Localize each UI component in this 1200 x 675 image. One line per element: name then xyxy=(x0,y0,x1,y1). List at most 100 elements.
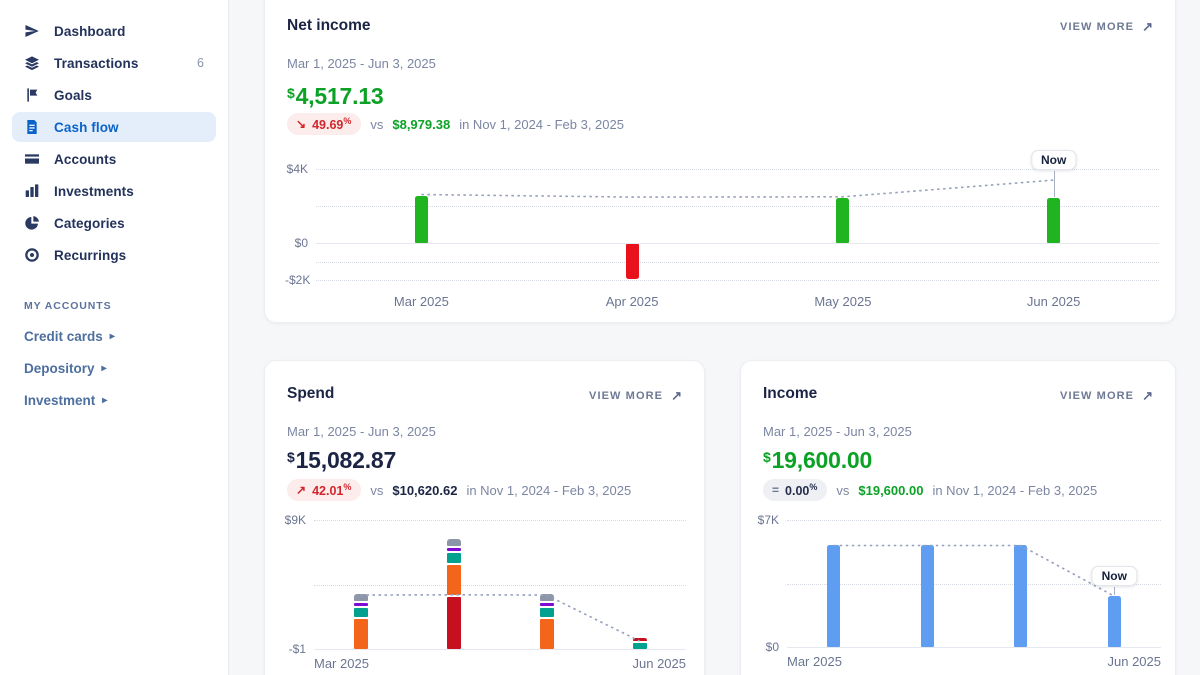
bar-segment-Jun 2025[interactable] xyxy=(633,643,647,649)
vs-period: in Nov 1, 2024 - Feb 3, 2025 xyxy=(466,483,631,498)
bar-Jun 2025[interactable] xyxy=(1047,198,1060,243)
bar-segment-Mar 2025[interactable] xyxy=(354,603,368,606)
view-more-label: VIEW MORE xyxy=(1060,390,1134,402)
y-axis-label: -$1 xyxy=(281,641,306,657)
view-more-label: VIEW MORE xyxy=(1060,21,1134,33)
bar-Mar 2025[interactable] xyxy=(415,196,428,243)
app-root: Dashboard Transactions 6 Goals Cash flo xyxy=(0,0,1200,675)
sidebar-item-label: Dashboard xyxy=(54,24,125,39)
bar-segment-Apr 2025[interactable] xyxy=(447,548,461,551)
x-axis-label: May 2025 xyxy=(798,294,888,309)
account-group-label: Depository xyxy=(24,361,95,376)
bar-segment-Apr 2025[interactable] xyxy=(447,539,461,546)
now-tooltip: Now xyxy=(1092,566,1137,586)
transactions-count-badge: 6 xyxy=(197,56,204,70)
bar-segment-May 2025[interactable] xyxy=(540,608,554,617)
bar-segment-May 2025[interactable] xyxy=(540,594,554,601)
previous-period-dashed-line xyxy=(316,159,1159,288)
sidebar: Dashboard Transactions 6 Goals Cash flo xyxy=(0,0,229,675)
y-axis-label: $0 xyxy=(285,235,308,251)
x-axis-label: Mar 2025 xyxy=(787,654,842,669)
sidebar-item-accounts[interactable]: Accounts xyxy=(12,144,216,174)
account-group-depository[interactable]: Depository ▸ xyxy=(24,358,204,378)
currency-symbol: $ xyxy=(287,85,295,101)
bar-segment-May 2025[interactable] xyxy=(540,619,554,649)
now-tooltip: Now xyxy=(1031,150,1076,170)
gridline-0 xyxy=(314,649,686,650)
change-badge: ↘ 49.69% xyxy=(287,113,361,135)
bar-May 2025[interactable] xyxy=(1014,545,1027,647)
change-badge: = 0.00% xyxy=(763,479,827,501)
bar-Apr 2025[interactable] xyxy=(626,244,639,279)
bar-Mar 2025[interactable] xyxy=(827,545,840,647)
sidebar-item-investments[interactable]: Investments xyxy=(12,176,216,206)
sidebar-item-dashboard[interactable]: Dashboard xyxy=(12,16,216,46)
y-axis-label: $7K xyxy=(757,512,779,528)
gridline-4000 xyxy=(316,169,1159,170)
bar-segment-Jun 2025[interactable] xyxy=(633,638,647,641)
view-more-link[interactable]: VIEW MORE ↗ xyxy=(1060,19,1153,35)
sidebar-item-transactions[interactable]: Transactions 6 xyxy=(12,48,216,78)
view-more-link[interactable]: VIEW MORE ↗ xyxy=(589,388,682,404)
spend-card: Spend VIEW MORE ↗ Mar 1, 2025 - Jun 3, 2… xyxy=(264,360,705,675)
vs-value: $10,620.62 xyxy=(392,483,457,498)
sidebar-item-cash-flow[interactable]: Cash flow xyxy=(12,112,216,142)
account-group-investment[interactable]: Investment ▸ xyxy=(24,390,204,410)
sidebar-item-label: Recurrings xyxy=(54,248,126,263)
vs-label: vs xyxy=(836,483,849,498)
currency-symbol: $ xyxy=(763,449,771,465)
income-value: $19,600.00 xyxy=(763,447,872,474)
sidebar-item-label: Transactions xyxy=(54,56,138,71)
sidebar-nav: Dashboard Transactions 6 Goals Cash flo xyxy=(0,0,228,270)
sidebar-item-categories[interactable]: Categories xyxy=(12,208,216,238)
arrow-up-right-icon: ↗ xyxy=(296,483,306,497)
change-row: ↘ 49.69% vs $8,979.38 in Nov 1, 2024 - F… xyxy=(287,113,624,135)
bar-Apr 2025[interactable] xyxy=(921,545,934,647)
bar-Jun 2025[interactable] xyxy=(1108,596,1121,647)
sidebar-item-label: Categories xyxy=(54,216,125,231)
sidebar-item-recurrings[interactable]: Recurrings xyxy=(12,240,216,270)
gridline--1000 xyxy=(316,262,1159,263)
change-row: ↗ 42.01% vs $10,620.62 in Nov 1, 2024 - … xyxy=(287,479,631,501)
date-range: Mar 1, 2025 - Jun 3, 2025 xyxy=(287,56,436,71)
credit-card-icon xyxy=(24,151,40,167)
card-title: Net income xyxy=(287,17,371,35)
gridline-0 xyxy=(787,647,1161,648)
bar-segment-Apr 2025[interactable] xyxy=(447,597,461,649)
sidebar-item-label: Accounts xyxy=(54,152,116,167)
chevron-right-icon: ▸ xyxy=(102,394,107,406)
gridline-7000 xyxy=(787,520,1161,521)
bar-segment-Apr 2025[interactable] xyxy=(447,553,461,562)
view-more-label: VIEW MORE xyxy=(589,390,663,402)
external-arrow-icon: ↗ xyxy=(1142,388,1153,404)
external-arrow-icon: ↗ xyxy=(1142,19,1153,35)
gridline--2000 xyxy=(316,280,1159,281)
bar-segment-May 2025[interactable] xyxy=(540,603,554,606)
equals-icon: = xyxy=(772,483,779,497)
gridline-4500 xyxy=(314,585,686,586)
income-chart: $7K$0NowMar 2025Jun 2025 xyxy=(757,513,1161,673)
change-row: = 0.00% vs $19,600.00 in Nov 1, 2024 - F… xyxy=(763,479,1097,501)
view-more-link[interactable]: VIEW MORE ↗ xyxy=(1060,388,1153,404)
bar-May 2025[interactable] xyxy=(836,198,849,243)
x-axis-label: Mar 2025 xyxy=(314,656,369,671)
my-accounts-section: MY ACCOUNTS Credit cards ▸ Depository ▸ … xyxy=(0,272,228,410)
now-marker-line xyxy=(1114,587,1115,595)
sidebar-item-goals[interactable]: Goals xyxy=(12,80,216,110)
y-axis-label: $4K xyxy=(285,161,308,177)
date-range: Mar 1, 2025 - Jun 3, 2025 xyxy=(763,424,912,439)
y-axis-label: $9K xyxy=(281,512,306,528)
net-income-chart: $4K$0-$2KNowMar 2025Apr 2025May 2025Jun … xyxy=(285,159,1159,309)
account-group-credit-cards[interactable]: Credit cards ▸ xyxy=(24,326,204,346)
flag-icon xyxy=(24,87,40,103)
bar-segment-Mar 2025[interactable] xyxy=(354,619,368,649)
x-axis-label: Mar 2025 xyxy=(376,294,466,309)
x-axis-label: Jun 2025 xyxy=(1009,294,1099,309)
bar-segment-Apr 2025[interactable] xyxy=(447,565,461,595)
y-axis-label: $0 xyxy=(757,639,779,655)
net-income-card: Net income VIEW MORE ↗ Mar 1, 2025 - Jun… xyxy=(264,0,1176,323)
external-arrow-icon: ↗ xyxy=(671,388,682,404)
bar-segment-Mar 2025[interactable] xyxy=(354,594,368,601)
gridline-9000 xyxy=(314,520,686,521)
bar-segment-Mar 2025[interactable] xyxy=(354,608,368,617)
